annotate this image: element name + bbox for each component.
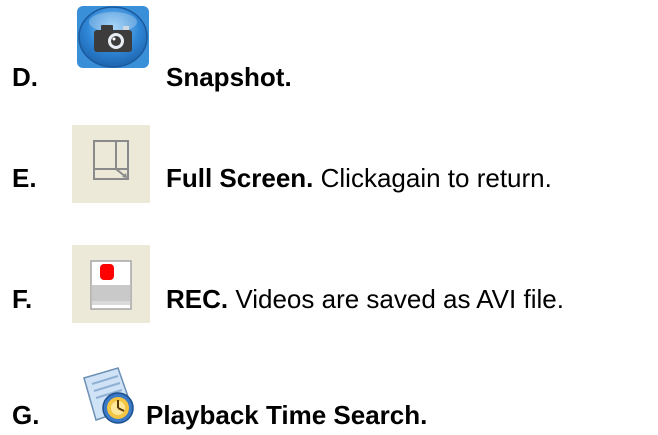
- item-rec: F. REC. Videos are saved as AVI file.: [0, 245, 658, 325]
- playback-time-search-icon[interactable]: [74, 364, 146, 430]
- item-text: Full Screen. Clickagain to return.: [166, 163, 552, 193]
- item-description: Clickagain to return.: [320, 163, 552, 193]
- item-letter: E.: [12, 163, 37, 193]
- item-letter: D.: [12, 62, 38, 92]
- item-playback-time-search: G. Playback Time Search.: [0, 360, 658, 430]
- item-text: Playback Time Search.: [146, 400, 427, 430]
- item-description: Videos are saved as AVI file.: [235, 284, 564, 314]
- camera-icon[interactable]: [77, 6, 149, 68]
- item-title: Full Screen.: [166, 163, 314, 193]
- full-screen-icon[interactable]: [72, 125, 150, 203]
- item-text: Snapshot.: [166, 62, 292, 92]
- item-letter: G.: [12, 400, 40, 430]
- item-title: REC.: [166, 284, 229, 314]
- record-icon[interactable]: [72, 245, 150, 323]
- item-title: Snapshot.: [166, 62, 292, 92]
- item-full-screen: E. Full Screen. Clickagain to return.: [0, 125, 658, 205]
- item-snapshot: D. Snapshot.: [0, 0, 658, 110]
- item-title: Playback Time Search.: [146, 400, 428, 430]
- item-text: REC. Videos are saved as AVI file.: [166, 284, 564, 314]
- item-letter: F.: [12, 284, 33, 314]
